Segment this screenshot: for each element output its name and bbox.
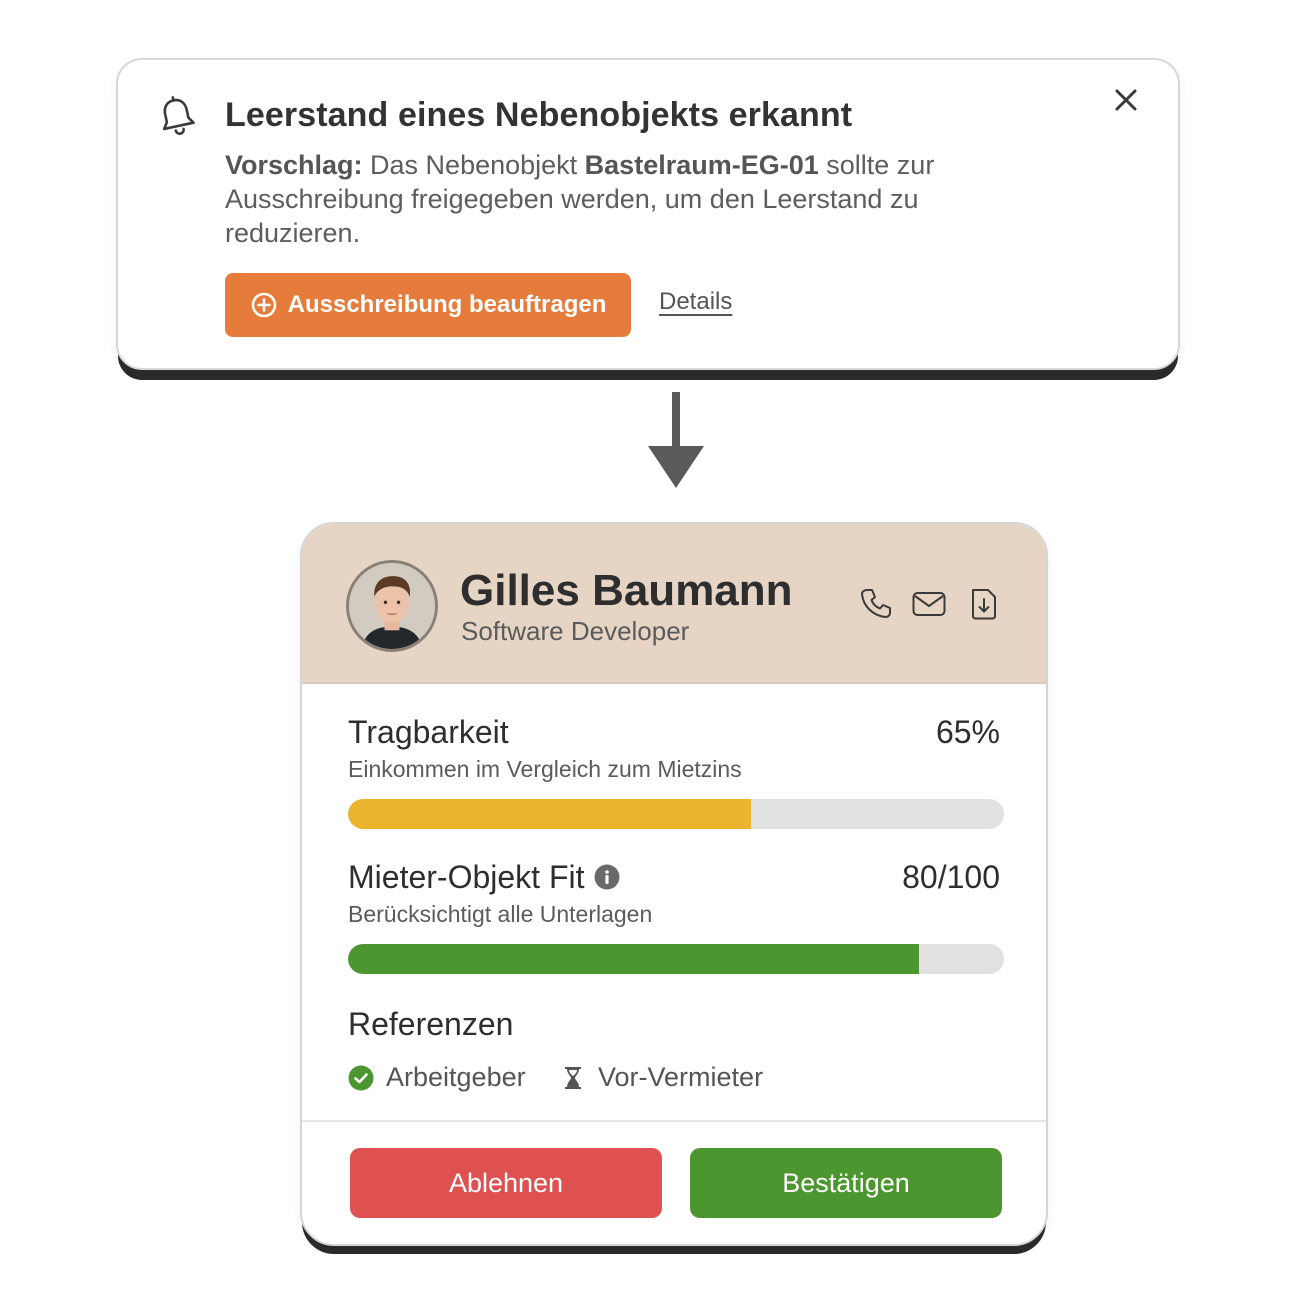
close-icon[interactable] [1112,86,1140,114]
tenant-fit-bar [348,944,1004,974]
bell-icon [162,96,195,135]
document-download-icon[interactable] [966,586,1002,622]
affordability-bar [348,799,1004,829]
check-circle-icon [348,1065,374,1090]
suggestion-label: Vorschlag: [225,150,363,180]
plus-circle-icon [251,292,276,318]
reference-previous-landlord: Vor-Vermieter [560,1062,763,1093]
commission-listing-button[interactable]: Ausschreibung beauftragen [225,273,631,337]
mail-icon[interactable] [911,586,947,622]
phone-icon[interactable] [858,586,894,622]
tenant-fit-value: 80/100 [902,859,1000,895]
description-text-1: Das Nebenobjekt [362,150,585,180]
avatar-portrait [349,563,435,649]
reference-employer-label: Arbeitgeber [386,1062,526,1092]
vacancy-notification-card: Leerstand eines Nebenobjekts erkannt Vor… [116,58,1180,370]
object-name: Bastelraum-EG-01 [584,150,819,180]
hourglass-icon [565,1066,581,1089]
notification-title: Leerstand eines Nebenobjekts erkannt [225,96,853,134]
tenant-fit-subtitle: Berücksichtigt alle Unterlagen [348,901,653,927]
reference-previous-landlord-label: Vor-Vermieter [598,1062,764,1092]
affordability-subtitle: Einkommen im Vergleich zum Mietzins [348,756,742,782]
references-title: Referenzen [348,1006,514,1042]
confirm-button[interactable]: Bestätigen [690,1148,1002,1218]
details-link[interactable]: Details [659,288,732,316]
footer-divider [302,1120,1046,1122]
tenant-fit-label: Mieter-Objekt Fit [348,859,585,895]
avatar [346,560,438,652]
applicant-card: Gilles Baumann Software Developer Tragba… [300,522,1048,1246]
affordability-label: Tragbarkeit [348,714,509,750]
affordability-bar-fill [348,799,752,829]
reject-button[interactable]: Ablehnen [350,1148,662,1218]
notification-description: Vorschlag: Das Nebenobjekt Bastelraum-EG… [225,148,1045,250]
down-arrow-icon [648,392,704,488]
tenant-fit-label-row: Mieter-Objekt Fit [348,859,620,896]
affordability-value: 65% [935,714,1000,750]
tenant-fit-bar-fill [348,944,919,974]
applicant-role: Software Developer [461,616,690,646]
info-icon[interactable] [594,864,620,890]
applicant-name: Gilles Baumann [460,566,793,615]
reference-employer: Arbeitgeber [348,1062,526,1093]
commission-listing-label: Ausschreibung beauftragen [287,291,607,318]
applicant-header: Gilles Baumann Software Developer [302,524,1046,684]
